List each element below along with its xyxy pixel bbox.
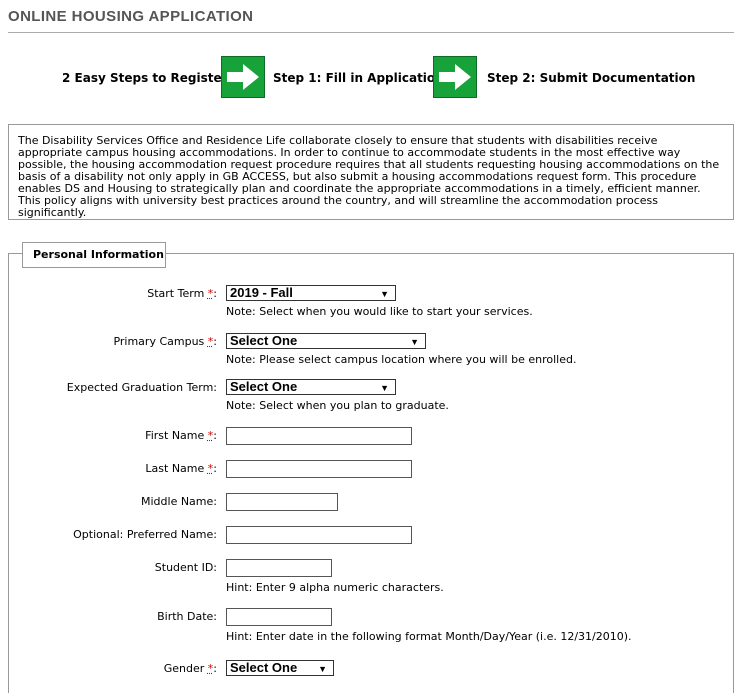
title-divider [8, 32, 734, 33]
right-arrow-icon [433, 56, 477, 98]
chevron-down-icon: ▼ [380, 289, 389, 299]
gender-label: Gender *: [163, 662, 217, 675]
student-id-hint: Hint: Enter 9 alpha numeric characters. [226, 581, 444, 594]
birth-date-hint: Hint: Enter date in the following format… [226, 630, 632, 643]
primary-campus-select[interactable]: Select One ▼ [226, 333, 426, 349]
graduation-term-note: Note: Select when you plan to graduate. [226, 399, 449, 412]
birth-date-label: Birth Date: [157, 610, 217, 623]
right-arrow-icon [221, 56, 265, 98]
primary-campus-note: Note: Please select campus location wher… [226, 353, 577, 366]
start-term-select[interactable]: 2019 - Fall ▼ [226, 285, 396, 301]
registration-steps: 2 Easy Steps to Register Step 1: Fill in… [0, 56, 738, 100]
first-name-input[interactable] [226, 427, 412, 445]
student-id-label: Student ID: [154, 561, 217, 574]
primary-campus-row: Primary Campus *: Select One ▼ Note: Plea… [0, 333, 738, 366]
step-1-label: Step 1: Fill in Application [273, 71, 444, 85]
start-term-label: Start Term *: [147, 287, 217, 300]
chevron-down-icon: ▼ [318, 664, 327, 674]
student-id-input[interactable] [226, 559, 332, 577]
preferred-name-input[interactable] [226, 526, 412, 544]
primary-campus-label: Primary Campus *: [113, 335, 217, 348]
start-term-row: Start Term *: 2019 - Fall ▼ Note: Select … [0, 285, 738, 318]
chevron-down-icon: ▼ [380, 383, 389, 393]
gender-row: Gender *: Select One ▼ [0, 660, 738, 676]
intro-text: The Disability Services Office and Resid… [18, 134, 720, 219]
intro-notice: The Disability Services Office and Resid… [8, 124, 734, 220]
first-name-label: First Name *: [145, 429, 217, 442]
graduation-term-row: Expected Graduation Term: Select One ▼ No… [0, 379, 738, 412]
birth-date-input[interactable] [226, 608, 332, 626]
last-name-input[interactable] [226, 460, 412, 478]
page-title: ONLINE HOUSING APPLICATION [8, 8, 254, 25]
steps-intro: 2 Easy Steps to Register [62, 71, 228, 85]
chevron-down-icon: ▼ [410, 337, 419, 347]
section-title: Personal Information [22, 242, 166, 268]
graduation-term-select[interactable]: Select One ▼ [226, 379, 396, 395]
start-term-note: Note: Select when you would like to star… [226, 305, 533, 318]
graduation-term-label: Expected Graduation Term: [66, 381, 217, 394]
step-2-label: Step 2: Submit Documentation [487, 71, 696, 85]
gender-select[interactable]: Select One ▼ [226, 660, 334, 676]
preferred-name-label: Optional: Preferred Name: [73, 528, 217, 541]
middle-name-input[interactable] [226, 493, 338, 511]
middle-name-label: Middle Name: [141, 495, 217, 508]
last-name-label: Last Name *: [145, 462, 217, 475]
